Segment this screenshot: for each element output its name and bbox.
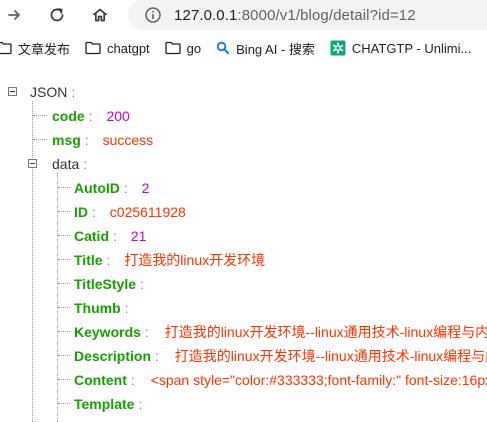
- bookmark-label: CHATGTP - Unlimi...: [351, 40, 472, 56]
- bookmark-label: chatgpt: [107, 40, 150, 56]
- key-colon: :: [113, 228, 117, 244]
- value-string: 打造我的linux开发环境--linux通用技术-linux编程与内核: [174, 348, 487, 364]
- bookmark-label: go: [186, 40, 202, 56]
- key-label: code: [52, 108, 85, 124]
- tree-node-field[interactable]: Title: 打造我的linux开发环境: [74, 248, 265, 272]
- url-host: 127.0.0.1: [174, 6, 238, 24]
- key-colon: :: [92, 204, 96, 220]
- tree-node-field[interactable]: TitleStyle:: [74, 272, 148, 296]
- folder-icon: [165, 41, 181, 55]
- key-colon: :: [71, 84, 76, 100]
- key-colon: :: [124, 300, 129, 316]
- tree-connector: [33, 139, 47, 140]
- bookmark-label: Bing AI - 搜索: [236, 41, 315, 57]
- tree-connector: [58, 403, 70, 404]
- forward-icon[interactable]: [3, 4, 25, 26]
- collapse-toggle-icon[interactable]: [28, 159, 37, 168]
- key-label: TitleStyle: [74, 276, 136, 292]
- tree-node-data[interactable]: data:: [52, 152, 91, 176]
- value-string: success: [102, 132, 154, 148]
- key-colon: :: [155, 348, 159, 364]
- tree-guide-line: [32, 101, 33, 422]
- tree-connector: [58, 331, 70, 332]
- tree-connector: [58, 259, 70, 260]
- info-icon[interactable]: [144, 6, 162, 24]
- key-label: ID: [74, 204, 88, 220]
- tree-connector: [58, 307, 70, 308]
- key-colon: :: [88, 108, 93, 124]
- chatgpt-icon: [330, 40, 346, 56]
- url-text: 127.0.0.1:8000/v1/blog/detail?id=12: [174, 7, 416, 24]
- key-label: Keywords: [74, 324, 141, 340]
- tree-node-code[interactable]: code: 200: [52, 104, 130, 128]
- tree-node-field[interactable]: Description: 打造我的linux开发环境--linux通用技术-li…: [74, 344, 487, 368]
- url-path: :8000/v1/blog/detail?id=12: [237, 6, 416, 24]
- tree-node-field[interactable]: Keywords: 打造我的linux开发环境--linux通用技术-linux…: [74, 320, 487, 344]
- key-label: Title: [74, 252, 103, 268]
- bing-search-icon: [216, 41, 230, 55]
- bookmark-item[interactable]: 文章发布: [0, 35, 70, 61]
- value-string: 打造我的linux开发环境: [124, 252, 266, 268]
- tree-connector: [58, 235, 70, 236]
- value-number: 2: [141, 180, 150, 196]
- value-number: 21: [130, 228, 147, 244]
- folder-icon: [0, 41, 12, 55]
- key-label: Description: [74, 348, 152, 364]
- bookmark-label: 文章发布: [18, 41, 71, 57]
- tree-node-field[interactable]: Content: <span style="color:#333333;font…: [74, 368, 487, 392]
- tree-connector: [58, 379, 70, 380]
- value-string: 打造我的linux开发环境--linux通用技术-linux编程与内核: [164, 324, 487, 340]
- value-string: c025611928: [109, 204, 186, 220]
- key-label: Template: [74, 396, 135, 412]
- reload-icon[interactable]: [46, 4, 68, 26]
- key-label: Content: [74, 372, 127, 388]
- key-colon: :: [130, 372, 135, 388]
- tree-connector: [33, 115, 47, 116]
- tree-node-root[interactable]: JSON:: [30, 80, 79, 104]
- bookmarks-bar: 文章发布 chatgpt go Bing AI - 搜索 CHATGTP - U…: [0, 34, 487, 62]
- key-label: Thumb: [74, 300, 121, 316]
- key-colon: :: [106, 252, 111, 268]
- home-icon[interactable]: [89, 4, 111, 26]
- root-label: JSON: [30, 84, 68, 100]
- key-label: Catid: [74, 228, 109, 244]
- tree-node-field[interactable]: Catid: 21: [74, 224, 146, 248]
- bookmark-item[interactable]: Bing AI - 搜索: [216, 35, 315, 61]
- address-bar[interactable]: 127.0.0.1:8000/v1/blog/detail?id=12: [128, 0, 487, 30]
- key-label: data: [52, 156, 80, 172]
- key-colon: :: [84, 132, 89, 148]
- bookmark-item[interactable]: CHATGTP - Unlimi...: [330, 35, 471, 61]
- tree-connector: [58, 355, 70, 356]
- value-number: 200: [106, 108, 130, 124]
- collapse-toggle-icon[interactable]: [8, 87, 17, 96]
- bookmark-item[interactable]: go: [165, 35, 201, 61]
- key-colon: :: [123, 180, 128, 196]
- tree-connector: [58, 187, 70, 188]
- tree-connector: [58, 211, 70, 212]
- tree-node-field[interactable]: ID: c025611928: [74, 200, 186, 224]
- tree-node-field[interactable]: Template:: [74, 392, 146, 416]
- browser-toolbar: 127.0.0.1:8000/v1/blog/detail?id=12: [0, 0, 487, 30]
- key-colon: :: [138, 396, 143, 412]
- value-string: <span style="color:#333333;font-family:"…: [150, 372, 487, 388]
- key-colon: :: [144, 324, 149, 340]
- tree-node-field[interactable]: AutoID: 2: [74, 176, 149, 200]
- tree-node-field[interactable]: Thumb:: [74, 296, 133, 320]
- key-colon: :: [83, 156, 88, 172]
- key-colon: :: [140, 276, 144, 292]
- json-tree-viewer: JSON: code: 200 msg: success data: AutoI…: [0, 70, 487, 422]
- bookmark-item[interactable]: chatgpt: [85, 35, 150, 61]
- key-label: msg: [52, 132, 81, 148]
- key-label: AutoID: [74, 180, 120, 196]
- tree-connector: [58, 283, 70, 284]
- tree-node-msg[interactable]: msg: success: [52, 128, 153, 152]
- folder-icon: [85, 41, 101, 55]
